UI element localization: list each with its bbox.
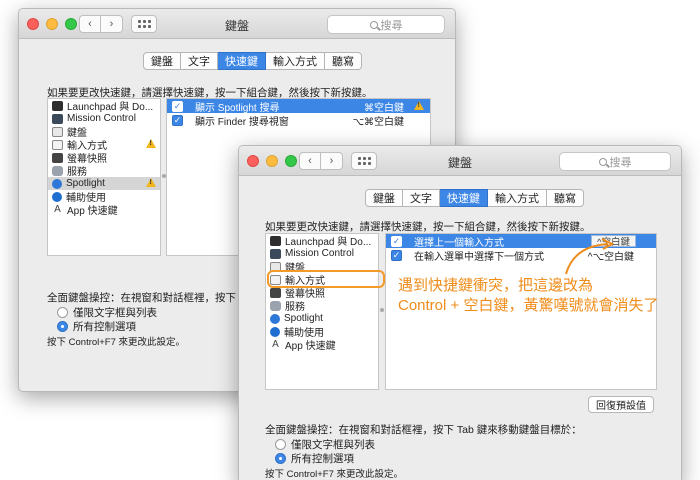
footnote: 按下 Control+F7 來更改此設定。 bbox=[265, 469, 404, 480]
search-placeholder: 搜尋 bbox=[609, 156, 632, 169]
shortcut-key[interactable]: ⌥⌘空白鍵 bbox=[352, 113, 404, 128]
category-launchpad[interactable]: Launchpad 與 Do... bbox=[48, 99, 160, 113]
radio-button[interactable] bbox=[57, 307, 68, 318]
category-app-shortcuts[interactable]: A App 快速鍵 bbox=[48, 203, 160, 217]
tab-text[interactable]: 文字 bbox=[181, 52, 218, 70]
tab-input-sources[interactable]: 輸入方式 bbox=[488, 189, 547, 207]
tab-shortcuts[interactable]: 快速鍵 bbox=[218, 52, 266, 70]
shortcut-label: 顯示 Finder 搜尋視窗 bbox=[195, 116, 289, 128]
launchpad-icon bbox=[270, 235, 281, 246]
input-source-icon bbox=[52, 139, 63, 150]
screenshot-icon bbox=[52, 152, 63, 163]
services-icon bbox=[52, 165, 63, 176]
category-mission-control[interactable]: Mission Control bbox=[48, 112, 160, 125]
annotation-line-1: 遇到快捷鍵衝突，把這邊改為 bbox=[398, 277, 594, 294]
split-handle[interactable] bbox=[380, 308, 384, 312]
tab-dictation[interactable]: 聽寫 bbox=[547, 189, 584, 207]
shortcut-row[interactable]: ✓ 顯示 Finder 搜尋視窗 ⌥⌘空白鍵 bbox=[167, 113, 430, 128]
shortcut-row[interactable]: ✓ 顯示 Spotlight 搜尋 ⌘空白鍵 bbox=[167, 99, 430, 114]
services-icon bbox=[270, 300, 281, 311]
shortcut-checkbox[interactable]: ✓ bbox=[172, 100, 183, 112]
app-shortcuts-icon: A bbox=[54, 203, 61, 215]
full-keyboard-access-label: 全面鍵盤操控：在視窗和對話框裡，按下 Tab 鍵來移動鍵盤目標於： bbox=[265, 424, 582, 436]
tab-text[interactable]: 文字 bbox=[403, 189, 440, 207]
accessibility-icon bbox=[52, 191, 62, 202]
search-icon bbox=[369, 20, 378, 29]
radio-button[interactable] bbox=[275, 439, 286, 450]
radio-text-boxes-only[interactable]: 僅限文字框與列表 bbox=[57, 305, 157, 320]
category-list[interactable]: Launchpad 與 Do... Mission Control 鍵盤 輸入方… bbox=[47, 98, 161, 256]
search-field[interactable]: 搜尋 bbox=[327, 15, 445, 34]
search-icon bbox=[598, 157, 607, 166]
mission-control-icon bbox=[270, 248, 281, 259]
tab-bar: 鍵盤 文字 快速鍵 輸入方式 聽寫 bbox=[143, 52, 362, 70]
accessibility-icon bbox=[270, 326, 280, 337]
tab-bar: 鍵盤 文字 快速鍵 輸入方式 聽寫 bbox=[365, 189, 584, 207]
keyboard-icon bbox=[52, 126, 63, 137]
title-bar: ‹ › 鍵盤 搜尋 bbox=[19, 9, 455, 39]
warning-icon bbox=[146, 139, 156, 148]
instruction-text: 如果要更改快速鍵，請選擇快速鍵，按一下組合鍵，然後按下新按鍵。 bbox=[265, 221, 591, 233]
radio-button[interactable] bbox=[57, 321, 68, 332]
tab-keyboard[interactable]: 鍵盤 bbox=[365, 189, 403, 207]
search-field[interactable]: 搜尋 bbox=[559, 152, 671, 171]
tab-input-sources[interactable]: 輸入方式 bbox=[266, 52, 325, 70]
spotlight-icon bbox=[270, 313, 280, 324]
screenshot-icon bbox=[270, 287, 281, 298]
launchpad-icon bbox=[52, 100, 63, 111]
radio-all-controls[interactable]: 所有控制選項 bbox=[57, 319, 136, 334]
category-services[interactable]: 服務 bbox=[48, 164, 160, 178]
category-screenshots[interactable]: 螢幕快照 bbox=[48, 151, 160, 165]
radio-all-controls[interactable]: 所有控制選項 bbox=[275, 451, 354, 466]
tab-keyboard[interactable]: 鍵盤 bbox=[143, 52, 181, 70]
tab-shortcuts[interactable]: 快速鍵 bbox=[440, 189, 488, 207]
radio-text-boxes-only[interactable]: 僅限文字框與列表 bbox=[275, 437, 375, 452]
category-list[interactable]: Launchpad 與 Do... Mission Control 鍵盤 輸入方… bbox=[265, 233, 379, 390]
shortcut-label: 顯示 Spotlight 搜尋 bbox=[195, 102, 280, 114]
shortcut-checkbox[interactable]: ✓ bbox=[172, 114, 183, 126]
spotlight-icon bbox=[52, 178, 62, 189]
shortcut-checkbox[interactable]: ✓ bbox=[391, 235, 402, 247]
annotation-callout: 遇到快捷鍵衝突，把這邊改為 Control + 空白鍵，黃驚嘆號就會消失了 bbox=[398, 276, 658, 316]
shortcut-key[interactable]: ⌘空白鍵 bbox=[364, 99, 404, 114]
shortcut-label: 在輸入選單中選擇下一個方式 bbox=[414, 251, 544, 263]
warning-icon bbox=[146, 178, 156, 187]
highlight-input-sources bbox=[267, 270, 385, 288]
shortcut-label: 選擇上一個輸入方式 bbox=[414, 237, 504, 249]
mission-control-icon bbox=[52, 113, 63, 124]
app-shortcuts-icon: A bbox=[272, 338, 279, 350]
footnote: 按下 Control+F7 來更改此設定。 bbox=[47, 337, 186, 348]
category-launchpad[interactable]: Launchpad 與 Do... bbox=[266, 234, 378, 248]
annotation-line-2: Control + 空白鍵，黃驚嘆號就會消失了 bbox=[398, 297, 659, 314]
radio-button[interactable] bbox=[275, 453, 286, 464]
search-placeholder: 搜尋 bbox=[380, 19, 403, 32]
restore-defaults-button[interactable]: 回復預設值 bbox=[588, 396, 654, 413]
tab-dictation[interactable]: 聽寫 bbox=[325, 52, 362, 70]
warning-icon bbox=[414, 101, 424, 110]
shortcut-checkbox[interactable]: ✓ bbox=[391, 249, 402, 261]
category-mission-control[interactable]: Mission Control bbox=[266, 247, 378, 260]
category-app-shortcuts[interactable]: A App 快速鍵 bbox=[266, 338, 378, 352]
category-services[interactable]: 服務 bbox=[266, 299, 378, 313]
title-bar: ‹ › 鍵盤 搜尋 bbox=[239, 146, 681, 176]
annotation-arrow-icon bbox=[565, 238, 615, 275]
